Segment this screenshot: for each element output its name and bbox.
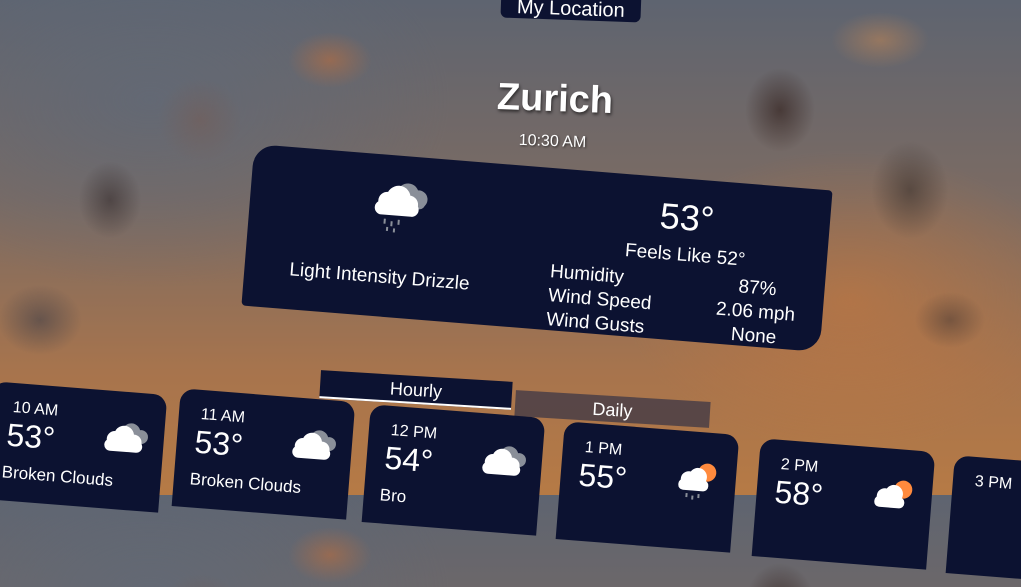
stats-values: 87% 2.06 mph None xyxy=(708,273,803,352)
broken-clouds-icon xyxy=(473,441,532,490)
hour-condition: Broken Clouds xyxy=(189,469,302,498)
hourly-card[interactable]: 12 PM 54° Bro xyxy=(361,404,546,536)
my-location-tab[interactable]: My Location xyxy=(500,0,642,23)
tab-daily[interactable]: Daily xyxy=(514,390,711,428)
hourly-card[interactable]: 2 PM 58° xyxy=(751,438,936,570)
tab-daily-label: Daily xyxy=(591,398,634,422)
tab-hourly-label: Hourly xyxy=(389,378,443,402)
hour-temperature: 53° xyxy=(5,416,57,457)
sun-rain-cloud-icon xyxy=(667,458,727,511)
hour-time: 3 PM xyxy=(974,472,1013,493)
hour-condition: Bro xyxy=(379,485,407,507)
hourly-card[interactable]: 10 AM 53° Broken Clouds xyxy=(0,381,168,513)
broken-clouds-icon xyxy=(95,418,154,467)
city-name: Zurich xyxy=(496,75,614,123)
hourly-card[interactable]: 3 PM xyxy=(945,455,1021,587)
current-temperature: 53° xyxy=(658,194,716,241)
current-weather-panel: Light Intensity Drizzle 53° Feels Like 5… xyxy=(241,144,833,352)
my-location-label: My Location xyxy=(516,0,626,22)
hourly-card[interactable]: 11 AM 53° Broken Clouds xyxy=(171,388,356,520)
hour-condition: Broken Clouds xyxy=(1,462,114,491)
hour-temperature: 55° xyxy=(577,456,629,497)
stats-labels: Humidity Wind Speed Wind Gusts xyxy=(545,260,654,340)
hour-temperature: 58° xyxy=(773,473,825,514)
broken-clouds-icon xyxy=(283,425,342,474)
hour-temperature: 54° xyxy=(383,439,435,480)
drizzle-cloud-icon xyxy=(362,173,437,243)
sun-cloud-icon xyxy=(863,475,922,524)
hourly-card[interactable]: 1 PM 55° xyxy=(555,421,740,553)
local-time: 10:30 AM xyxy=(518,131,587,152)
hour-temperature: 53° xyxy=(193,423,245,464)
current-condition: Light Intensity Drizzle xyxy=(288,259,471,295)
